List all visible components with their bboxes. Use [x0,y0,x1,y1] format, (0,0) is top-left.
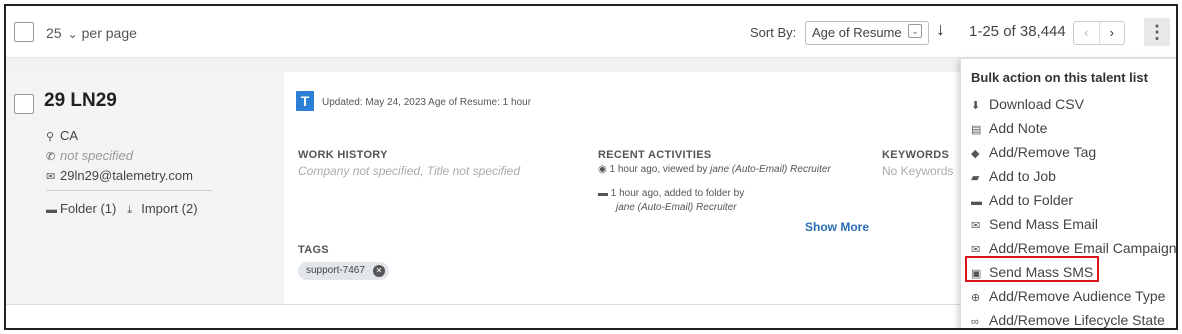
sort-by-value: Age of Resume [812,25,902,40]
activity-text: 1 hour ago, viewed by [609,164,711,175]
highlight-box [965,256,1099,282]
candidate-phone: ✆ not specified [46,148,133,163]
email-campaign-icon: ✉ [971,244,981,256]
location-text: CA [60,128,79,143]
chevron-down-icon: ⌄ [67,27,78,41]
folder-icon: ▬ [598,188,608,199]
sort-direction-arrow-icon[interactable]: ↓ [936,19,945,40]
folder-link[interactable]: ▬ Folder (1) [46,201,116,216]
envelope-icon: ✉ [46,171,56,183]
work-history-value: Company not specified, Title not specifi… [298,164,521,178]
candidate-meta: ▬ Folder (1) ⤓ Import (2) [46,201,198,217]
folder-icon: ▬ [971,196,982,208]
menu-item-audience-type[interactable]: ⊕ Add/Remove Audience Type [971,288,1165,304]
show-more-link[interactable]: Show More [805,220,869,234]
tag-label: support-7467 [306,265,365,276]
phone-icon: ✆ [46,151,56,163]
source-badge: T [296,91,314,111]
folder-text: Folder (1) [60,201,117,216]
candidate-details: T Updated: May 24, 2023 Age of Resume: 1… [284,72,964,304]
tag-icon: ◆ [971,148,980,160]
menu-item-lifecycle-state[interactable]: ∞ Add/Remove Lifecycle State [971,312,1165,328]
menu-item-email-campaign[interactable]: ✉ Add/Remove Email Campaign [971,240,1177,256]
briefcase-icon: ▰ [971,172,980,184]
per-page-label: per page [81,25,137,41]
candidate-checkbox[interactable] [14,94,34,114]
bulk-action-menu-title: Bulk action on this talent list [971,70,1148,85]
sort-by-label: Sort By: [750,25,797,40]
next-page-button[interactable]: › [1100,22,1125,44]
location-pin-icon: ⚲ [46,131,55,143]
activity-item: ▬ 1 hour ago, added to folder by [598,188,744,199]
menu-item-label: Download CSV [989,96,1084,112]
candidate-location: ⚲ CA [46,128,78,143]
work-history-heading: WORK HISTORY [298,149,388,161]
keywords-heading: KEYWORDS [882,149,950,161]
menu-item-label: Add/Remove Lifecycle State [989,312,1165,328]
menu-item-label: Add to Folder [989,192,1074,208]
menu-item-label: Add/Remove Email Campaign [989,240,1177,256]
activity-user: jane (Auto-Email) Recruiter [710,164,831,175]
email-icon: ✉ [971,220,981,232]
activity-user-line: jane (Auto-Email) Recruiter [616,202,737,213]
previous-page-button[interactable]: ‹ [1074,22,1100,44]
pagination: ‹ › [1073,21,1125,45]
menu-item-add-note[interactable]: ▤ Add Note [971,120,1047,136]
tags-heading: TAGS [298,244,329,256]
import-icon: ⤓ [127,204,133,216]
tag-chip: support-7467 ✕ [298,262,389,280]
recent-activities-heading: RECENT ACTIVITIES [598,149,712,161]
import-text: Import (2) [141,201,198,216]
download-icon: ⬇ [971,100,981,112]
eye-icon: ◉ [598,164,607,175]
menu-item-add-to-job[interactable]: ▰ Add to Job [971,168,1056,184]
divider [46,190,212,191]
activity-user: jane (Auto-Email) Recruiter [616,202,737,213]
menu-item-label: Add to Job [989,168,1056,184]
per-page-select[interactable]: 25 ⌄ per page [46,25,137,41]
audience-icon: ⊕ [971,292,981,304]
list-toolbar: 25 ⌄ per page Sort By: Age of Resume ⌄ ↓ 1… [6,6,1176,58]
keywords-value: No Keywords [882,164,954,178]
menu-item-send-mass-email[interactable]: ✉ Send Mass Email [971,216,1098,232]
activity-text: 1 hour ago, added to folder by [610,188,745,199]
activity-item: ◉ 1 hour ago, viewed by jane (Auto-Email… [598,164,831,175]
bulk-action-menu: Bulk action on this talent list ⬇ Downloa… [960,58,1177,328]
note-icon: ▤ [971,124,982,136]
select-all-checkbox[interactable] [14,22,34,42]
folder-icon: ▬ [46,204,57,216]
menu-item-label: Send Mass Email [989,216,1098,232]
import-link[interactable]: ⤓ Import (2) [127,201,197,216]
per-page-value: 25 [46,25,62,41]
remove-tag-icon[interactable]: ✕ [372,265,385,277]
infinity-icon: ∞ [971,316,979,328]
menu-item-label: Add/Remove Tag [989,144,1097,160]
candidate-summary: 29 LN29 ⚲ CA ✆ not specified ✉ 29ln29@talem… [6,72,284,304]
chevron-down-icon: ⌄ [908,24,922,38]
more-options-kebab-icon[interactable]: ⋮ [1144,18,1170,46]
talent-list-frame: 25 ⌄ per page Sort By: Age of Resume ⌄ ↓ 1… [4,4,1178,330]
menu-item-label: Add/Remove Audience Type [989,288,1166,304]
menu-item-add-remove-tag[interactable]: ◆ Add/Remove Tag [971,144,1096,160]
menu-item-add-to-folder[interactable]: ▬ Add to Folder [971,192,1073,208]
sort-by-select[interactable]: Age of Resume ⌄ [805,21,929,45]
candidate-name[interactable]: 29 LN29 [44,90,117,112]
menu-item-label: Add Note [989,120,1048,136]
candidate-email[interactable]: ✉ 29ln29@talemetry.com [46,168,193,183]
updated-info: Updated: May 24, 2023 Age of Resume: 1 h… [322,97,532,108]
email-text: 29ln29@talemetry.com [60,168,193,183]
phone-text: not specified [60,148,133,163]
menu-item-download-csv[interactable]: ⬇ Download CSV [971,96,1084,112]
page-count: 1-25 of 38,444 [969,23,1066,40]
